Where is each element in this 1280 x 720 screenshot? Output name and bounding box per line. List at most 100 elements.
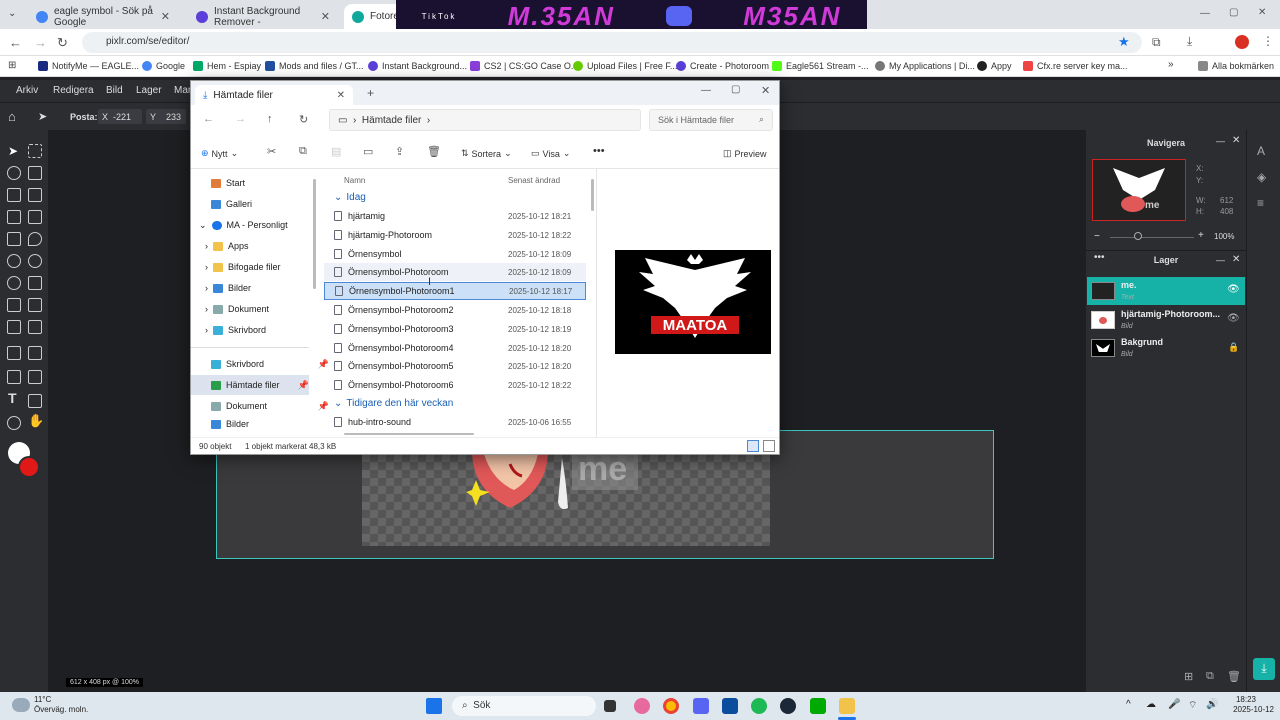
column-header-name[interactable]: Namn [344, 176, 365, 185]
maximize-icon[interactable]: ▢ [731, 84, 740, 95]
nav-item-start[interactable]: Start [211, 173, 329, 193]
file-row[interactable]: Örnensymbol-Photoroom6 2025-10-12 18:22 [324, 376, 586, 394]
nav-item-pictures[interactable]: › Bilder [205, 278, 323, 298]
tab-search-icon[interactable]: ⌄ [8, 8, 16, 19]
bookmark-item[interactable]: Hem - Espiay [193, 61, 261, 71]
delete-layer-icon[interactable]: 🗑 [1227, 670, 1241, 683]
delete-icon[interactable]: 🗑 [427, 145, 441, 158]
clone-brush-tool-icon[interactable] [28, 298, 42, 312]
quick-downloads[interactable]: Hämtade filer 📌 [191, 375, 309, 395]
file-row-hover[interactable]: Örnensymbol-Photoroom 2025-10-12 18:09 [324, 263, 586, 281]
bookmark-item[interactable]: Google [142, 61, 185, 71]
file-row[interactable]: Örnensymbol 2025-10-12 18:09 [324, 245, 586, 263]
rename-icon[interactable]: ▭ [363, 145, 373, 158]
steam-icon[interactable] [780, 698, 796, 714]
clock-time[interactable]: 18:23 [1222, 695, 1256, 704]
paste-icon[interactable]: ▤ [331, 145, 341, 158]
file-row[interactable]: hub-intro-sound 2025-10-06 16:55 [324, 413, 586, 431]
bookmark-item[interactable]: Instant Background... [368, 61, 467, 71]
hand-tool-icon[interactable]: ✋ [28, 413, 44, 429]
preview-toggle[interactable]: ◫ Preview [723, 148, 767, 159]
apps-grid-icon[interactable]: ⊞ [8, 60, 16, 71]
pencil-tool-icon[interactable] [28, 276, 42, 290]
sticker-tool-icon[interactable] [28, 370, 42, 384]
forward-arrow-icon[interactable]: → [34, 35, 47, 50]
visibility-eye-icon[interactable]: 👁 [1227, 284, 1240, 295]
reload-icon[interactable]: ↻ [57, 35, 68, 51]
explorer-search-input[interactable]: Sök i Hämtade filer ⌕ [649, 109, 773, 131]
new-button[interactable]: ⊕ Nytt ⌄ [201, 148, 238, 159]
heal-tool-icon[interactable] [28, 210, 42, 224]
layer-row-heart[interactable]: hjärtamig-Photoroom... Bild 👁 [1087, 306, 1245, 334]
text-style-icon[interactable]: A [1257, 144, 1265, 158]
group-header-today[interactable]: ⌄ Idag [324, 188, 586, 206]
color-replace-tool-icon[interactable] [7, 276, 21, 290]
extensions-icon[interactable]: ⧉ [1152, 35, 1161, 50]
bookmark-item[interactable]: Upload Files | Free F... [573, 61, 677, 71]
zoom-in-icon[interactable]: + [1198, 230, 1204, 241]
tiles-view-icon[interactable] [763, 440, 775, 452]
tray-chevron-icon[interactable]: ^ [1126, 699, 1131, 710]
up-arrow-icon[interactable]: ↑ [267, 113, 273, 125]
taskbar-search[interactable]: ⌕ Sök [452, 696, 596, 716]
zoom-slider[interactable] [1110, 237, 1194, 238]
explorer-tab[interactable]: ⤓ Hämtade filer ✕ [195, 85, 353, 105]
all-bookmarks[interactable]: Alla bokmärken [1198, 61, 1274, 71]
wand-tool-icon[interactable] [28, 166, 42, 180]
nav-item-gallery[interactable]: Galleri [211, 194, 329, 214]
menu-dots-icon[interactable]: ⋮ [1262, 34, 1274, 48]
copy-icon[interactable]: ⧉ [299, 145, 307, 158]
eraser-tool-icon[interactable] [7, 320, 21, 334]
file-row[interactable]: Örnensymbol-Photoroom2 2025-10-12 18:18 [324, 301, 586, 319]
brush-tool-icon[interactable] [7, 298, 21, 312]
url-field[interactable]: pixlr.com/se/editor/ [82, 32, 1142, 53]
onedrive-tray-icon[interactable]: ☁ [1146, 699, 1156, 710]
weather-desc[interactable]: Överväg. moln. [34, 705, 88, 714]
details-view-icon[interactable] [747, 440, 759, 452]
address-path[interactable]: ▭ › Hämtade filer › [329, 109, 641, 131]
bookmark-item[interactable]: Mods and files / GT... [265, 61, 364, 71]
quick-documents[interactable]: Dokument 📌 [211, 396, 329, 416]
volume-icon[interactable]: 🔊 [1206, 699, 1218, 710]
collapse-icon[interactable]: — [1216, 136, 1225, 146]
close-window-icon[interactable]: ✕ [1258, 7, 1266, 18]
close-icon[interactable]: ✕ [1232, 254, 1240, 265]
share-icon[interactable]: ⇪ [395, 145, 404, 158]
dodge-tool-icon[interactable] [28, 254, 42, 268]
close-window-icon[interactable]: ✕ [761, 84, 770, 97]
browser-tab-bg-remover[interactable]: Instant Background Remover - ✕ [188, 4, 338, 29]
nav-item-onedrive[interactable]: ⌄ MA - Personligt [199, 215, 317, 235]
refresh-icon[interactable]: ↻ [299, 113, 308, 126]
sponge-tool-icon[interactable] [7, 254, 21, 268]
bookmark-item[interactable]: Appy [977, 61, 1012, 71]
bookmark-item[interactable]: My Applications | Di... [875, 61, 975, 71]
menu-lager[interactable]: Lager [136, 85, 162, 96]
path-segment[interactable]: Hämtade filer [362, 115, 421, 126]
menu-arkiv[interactable]: Arkiv [16, 85, 38, 96]
file-row[interactable]: Örnensymbol-Photoroom4 2025-10-12 18:20 [324, 339, 586, 357]
file-row[interactable]: Örnensymbol-Photoroom3 2025-10-12 18:19 [324, 320, 586, 338]
browser-tab-google[interactable]: eagle symbol - Sök på Google ✕ [28, 4, 178, 29]
bookmark-star-icon[interactable]: ★ [1118, 34, 1130, 50]
visibility-eye-icon[interactable]: 👁 [1227, 313, 1240, 324]
close-tab-icon[interactable]: ✕ [337, 90, 345, 101]
lasso-tool-icon[interactable] [7, 166, 21, 180]
adjust-icon[interactable]: ≡ [1257, 196, 1264, 210]
shape-tool-icon[interactable] [7, 370, 21, 384]
bookmark-item[interactable]: CS2 | CS:GO Case O... [470, 61, 578, 71]
secondary-color-swatch[interactable] [18, 456, 40, 478]
y-field[interactable]: Y 233 [146, 109, 186, 124]
nav-item-desktop[interactable]: › Skrivbord [205, 320, 323, 340]
file-row[interactable]: hjärtamig-Photoroom 2025-10-12 18:22 [324, 226, 586, 244]
file-row-selected[interactable]: Örnensymbol-Photoroom1 2025-10-12 18:17 [324, 282, 586, 300]
collapse-icon[interactable]: — [1216, 255, 1225, 265]
zoom-tool-icon[interactable] [7, 416, 21, 430]
weather-temp[interactable]: 11°C [34, 695, 51, 704]
liquify-tool-icon[interactable] [7, 210, 21, 224]
task-view-icon[interactable] [604, 700, 616, 712]
zoom-slider-handle[interactable] [1134, 232, 1142, 240]
cut-icon[interactable]: ✂ [267, 145, 276, 158]
browser-tab-pixlr[interactable]: Fotoredi [344, 4, 407, 29]
menu-redigera[interactable]: Redigera [53, 85, 94, 96]
x-field[interactable]: X -221 [98, 109, 142, 124]
